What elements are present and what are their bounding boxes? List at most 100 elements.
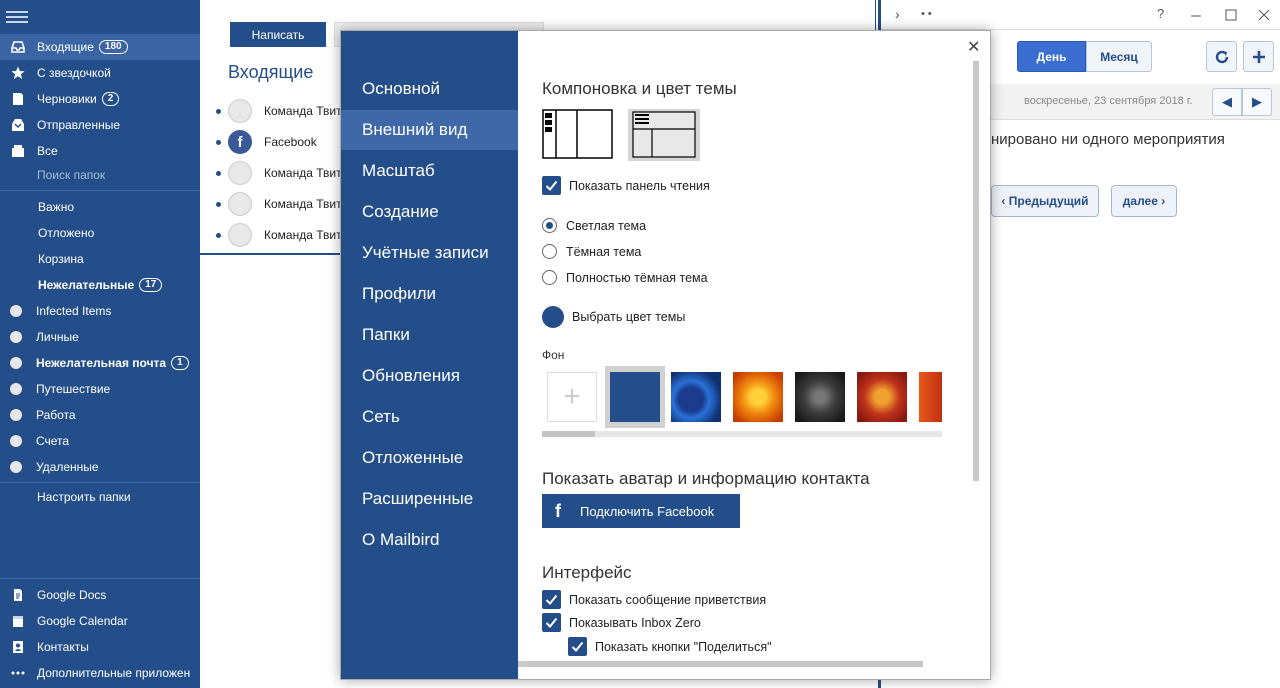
minimize-icon[interactable]: [1190, 10, 1202, 22]
sidebar-item-label: Черновики: [37, 92, 97, 106]
next-button[interactable]: далее ›: [1111, 185, 1177, 217]
tab-about[interactable]: О Mailbird: [341, 520, 518, 560]
sidebar-item-important[interactable]: Важно: [0, 194, 200, 220]
avatar: [228, 223, 252, 247]
app-contacts[interactable]: Контакты: [0, 634, 200, 660]
plus-icon: [1252, 50, 1265, 63]
tab-accounts[interactable]: Учётные записи: [341, 233, 518, 273]
tab-advanced[interactable]: Расширенные: [341, 479, 518, 519]
layout-three-column-option[interactable]: [542, 109, 614, 161]
background-orange-partial[interactable]: [919, 372, 942, 422]
background-dark-emblem[interactable]: [795, 372, 845, 422]
app-label: Дополнительные приложен: [37, 666, 191, 680]
month-view-button[interactable]: Месяц: [1086, 41, 1152, 72]
add-event-button[interactable]: [1243, 41, 1274, 72]
sidebar-item-bills[interactable]: Счета: [0, 428, 200, 454]
horizontal-scrollbar[interactable]: [518, 661, 923, 667]
sidebar-item-trash[interactable]: Корзина: [0, 246, 200, 272]
previous-button[interactable]: ‹ Предыдущий: [991, 185, 1099, 217]
tab-appearance[interactable]: Внешний вид: [341, 110, 518, 150]
sidebar-item-junk[interactable]: Нежелательные 17: [0, 272, 200, 298]
unread-dot-icon: [216, 202, 221, 207]
sidebar-item-travel[interactable]: Путешествие: [0, 376, 200, 402]
app-more[interactable]: Дополнительные приложен: [0, 660, 200, 686]
radio-label: Полностью тёмная тема: [566, 270, 708, 285]
tab-compose[interactable]: Создание: [341, 192, 518, 232]
app-google-docs[interactable]: Google Docs: [0, 582, 200, 608]
chevron-right-icon[interactable]: ›: [895, 6, 900, 22]
sidebar-item-junk-mail[interactable]: Нежелательная почта 1: [0, 350, 200, 376]
tab-updates[interactable]: Обновления: [341, 356, 518, 396]
show-welcome-checkbox[interactable]: Показать сообщение приветствия: [542, 590, 766, 609]
help-icon[interactable]: ?: [1157, 6, 1164, 21]
sidebar-item-label: Входящие: [37, 40, 94, 54]
docs-icon: [10, 587, 26, 603]
tab-folders[interactable]: Папки: [341, 315, 518, 355]
prev-day-button[interactable]: ◀: [1212, 88, 1242, 116]
sidebar-item-snoozed[interactable]: Отложено: [0, 220, 200, 246]
tab-network[interactable]: Сеть: [341, 397, 518, 437]
unread-dot-icon: [216, 171, 221, 176]
divider: [0, 578, 200, 579]
sidebar-item-personal[interactable]: Личные: [0, 324, 200, 350]
background-scrollbar[interactable]: [542, 431, 942, 437]
layout-wide-option[interactable]: [628, 109, 700, 161]
add-background-button[interactable]: +: [547, 372, 597, 422]
sidebar-item-label: Удаленные: [36, 460, 99, 474]
refresh-icon: [1215, 50, 1228, 63]
sidebar-item-all[interactable]: Все: [0, 138, 200, 164]
radio-label: Тёмная тема: [566, 244, 642, 259]
refresh-button[interactable]: [1206, 41, 1237, 72]
sidebar-item-sent[interactable]: Отправленные: [0, 112, 200, 138]
day-view-button[interactable]: День: [1017, 41, 1086, 72]
pick-theme-color-button[interactable]: Выбрать цвет темы: [542, 306, 685, 328]
background-red-lion[interactable]: [857, 372, 907, 422]
checkmark-icon: [542, 590, 561, 609]
sender-name: Команда Твит: [264, 166, 342, 180]
compose-button[interactable]: Написать: [230, 22, 326, 47]
tab-general[interactable]: Основной: [341, 69, 518, 109]
connect-facebook-button[interactable]: f Подключить Facebook: [542, 494, 740, 528]
unread-count-badge: 180: [98, 40, 128, 54]
sidebar-item-deleted[interactable]: Удаленные: [0, 454, 200, 480]
inbox-icon: [10, 39, 26, 55]
folder-search-input[interactable]: Поиск папок: [37, 168, 105, 182]
show-inbox-zero-checkbox[interactable]: Показывать Inbox Zero: [542, 613, 701, 632]
app-label: Google Docs: [37, 588, 107, 602]
sidebar-item-drafts[interactable]: Черновики 2: [0, 86, 200, 112]
scrollbar-thumb[interactable]: [542, 431, 595, 437]
facebook-icon: f: [555, 500, 561, 521]
tab-profiles[interactable]: Профили: [341, 274, 518, 314]
app-label: Контакты: [37, 640, 89, 654]
show-share-buttons-checkbox[interactable]: Показать кнопки "Поделиться": [568, 637, 772, 656]
no-events-message: нировано ни одного мероприятия: [991, 131, 1225, 148]
sidebar-item-inbox[interactable]: Входящие 180: [0, 34, 200, 60]
sidebar-item-starred[interactable]: С звездочкой: [0, 60, 200, 86]
full-dark-theme-radio[interactable]: Полностью тёмная тема: [542, 270, 708, 285]
menu-icon[interactable]: [6, 8, 28, 26]
sidebar-item-work[interactable]: Работа: [0, 402, 200, 428]
close-icon[interactable]: [1258, 9, 1270, 21]
show-reading-pane-checkbox[interactable]: Показать панель чтения: [542, 176, 710, 195]
app-google-calendar[interactable]: Google Calendar: [0, 608, 200, 634]
dark-theme-radio[interactable]: Тёмная тема: [542, 244, 641, 259]
background-orange-flames[interactable]: [733, 372, 783, 422]
sidebar-item-label: Счета: [36, 434, 70, 448]
sidebar-item-infected[interactable]: Infected Items: [0, 298, 200, 324]
checkbox-label: Показать кнопки "Поделиться": [595, 639, 772, 654]
tab-snoozed[interactable]: Отложенные: [341, 438, 518, 478]
background-solid-blue[interactable]: [610, 372, 660, 422]
folder-dot-icon: [10, 305, 22, 317]
vertical-scrollbar[interactable]: [973, 61, 979, 481]
sender-name: Команда Твит: [264, 104, 342, 118]
next-day-button[interactable]: ▶: [1242, 88, 1272, 116]
tab-scale[interactable]: Масштаб: [341, 151, 518, 191]
maximize-icon[interactable]: [1225, 9, 1237, 21]
drag-handle-icon[interactable]: • •: [921, 8, 932, 20]
background-blue-dragon[interactable]: [671, 372, 721, 422]
theme-color-swatch: [542, 306, 564, 328]
light-theme-radio[interactable]: Светлая тема: [542, 218, 646, 233]
sender-name: Facebook: [264, 135, 317, 149]
settings-nav: Основной Внешний вид Масштаб Создание Уч…: [341, 31, 518, 679]
configure-folders-link[interactable]: Настроить папки: [0, 484, 200, 510]
